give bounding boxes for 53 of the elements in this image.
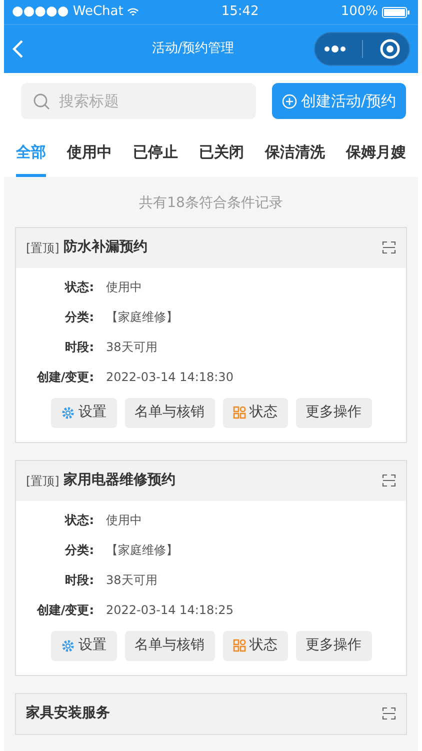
field-value: 38天可用 <box>106 572 158 588</box>
close-icon[interactable] <box>379 38 402 60</box>
battery-percent: 100% <box>340 3 378 22</box>
field-label: 时段: <box>64 338 94 356</box>
action-button[interactable]: 状态 <box>222 398 288 428</box>
field-label: 创建/变更: <box>36 602 94 618</box>
field-value: 2022-03-14 14:18:25 <box>106 602 234 618</box>
field-label: 分类: <box>64 308 94 326</box>
field-label: 状态: <box>64 278 94 296</box>
field-label: 创建/变更: <box>36 368 94 386</box>
page-title: 活动/预约管理 <box>152 40 234 58</box>
field-value: 【家庭维修】 <box>106 308 178 326</box>
action-button[interactable]: 更多操作 <box>296 398 372 428</box>
wifi-icon <box>127 8 140 16</box>
field-value: 使用中 <box>106 512 142 528</box>
action-button[interactable]: 名单与核销 <box>124 398 214 428</box>
record-count: 共有18条符合条件记录 <box>138 194 284 212</box>
field-value: 使用中 <box>106 278 142 296</box>
more-icon[interactable] <box>322 45 347 53</box>
status-time: 15:42 <box>221 3 259 22</box>
field-value: 【家庭维修】 <box>106 542 178 558</box>
field-label: 分类: <box>64 542 94 558</box>
action-button[interactable]: 状态 <box>222 630 288 660</box>
record-title: 防水补漏预约 <box>63 238 148 257</box>
carrier-text: ●●●●● WeChat <box>12 3 124 22</box>
plus-circle-icon <box>282 94 297 108</box>
record-title: 家具安装服务 <box>26 704 110 723</box>
action-button[interactable]: 设置 <box>50 630 116 660</box>
gear-icon <box>60 406 74 420</box>
action-button[interactable]: 名单与核销 <box>124 630 214 660</box>
field-label: 时段: <box>64 572 94 588</box>
action-button[interactable]: 设置 <box>50 398 116 428</box>
search-field[interactable]: 搜索标题 <box>21 83 256 119</box>
scan-icon <box>382 707 396 720</box>
tab[interactable]: 已关闭 <box>199 133 244 176</box>
gear-icon <box>60 638 74 652</box>
grid-icon <box>232 406 246 419</box>
grid-icon <box>232 639 246 652</box>
tab[interactable]: 保洁清洗 <box>265 133 325 176</box>
tab[interactable]: 保姆月嫂 <box>346 133 406 176</box>
tab[interactable]: 已停止 <box>133 133 178 176</box>
action-button[interactable]: 更多操作 <box>296 630 372 660</box>
tab[interactable]: 使用中 <box>67 133 112 176</box>
pin-tag: [置顶] <box>26 472 60 490</box>
scan-icon <box>382 474 396 487</box>
back-icon[interactable] <box>12 39 24 59</box>
battery-icon <box>382 6 410 18</box>
pin-tag: [置顶] <box>26 238 60 256</box>
scan-icon <box>382 241 396 254</box>
record-title: 家用电器维修预约 <box>63 470 176 490</box>
field-value: 38天可用 <box>106 338 158 356</box>
field-label: 状态: <box>64 512 94 528</box>
field-value: 2022-03-14 14:18:30 <box>106 368 234 386</box>
